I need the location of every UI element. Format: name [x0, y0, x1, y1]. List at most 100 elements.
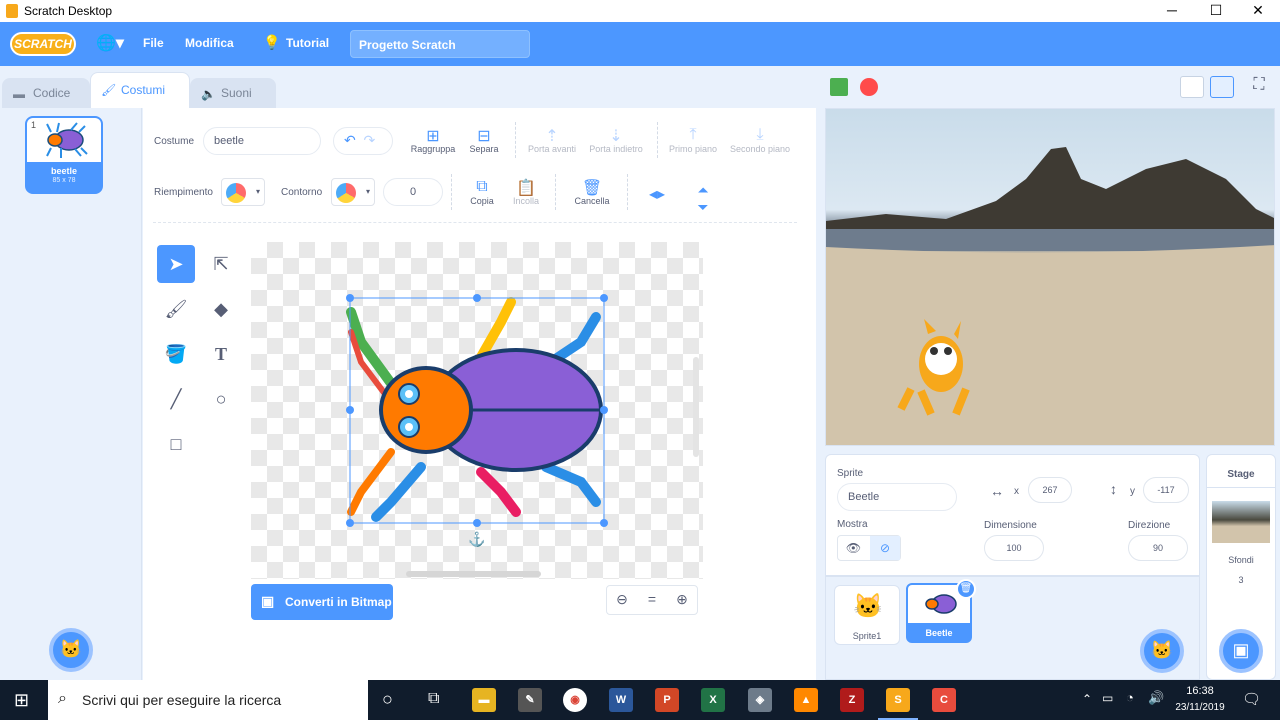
costume-list: 1 beetle 85 x 78 🐱 [0, 108, 142, 680]
backward-button[interactable]: ⇣ Porta indietro [585, 126, 647, 154]
outline-width-input[interactable]: 0 [383, 178, 443, 206]
backdrops-count: 3 [1238, 575, 1244, 585]
flip-vertical-button[interactable]: ⏶ ⏷ [689, 182, 717, 216]
divider [657, 122, 658, 158]
maximize-button[interactable]: ☐ [1194, 0, 1238, 22]
front-button[interactable]: ⤒ Primo piano [665, 126, 721, 154]
add-costume-button[interactable]: 🐱 [49, 628, 93, 672]
task-view-icon[interactable]: ⧉ [428, 690, 439, 708]
chrome-icon[interactable]: ◉ [563, 688, 587, 712]
zoom-in-icon[interactable]: ⊕ [667, 591, 697, 608]
x-position-input[interactable]: 267 [1028, 477, 1072, 503]
eye-icon[interactable]: 👁 [838, 536, 869, 560]
flip-horizontal-button[interactable]: ◂▸ [643, 184, 671, 204]
direction-input[interactable]: 90 [1128, 535, 1188, 561]
paste-button[interactable]: 📋 Incolla [505, 178, 547, 206]
paint-canvas[interactable]: ⚓ [251, 242, 703, 579]
redo-icon[interactable]: ↷ [364, 132, 376, 148]
menu-tutorial[interactable]: Tutorial [286, 36, 329, 50]
select-tool-icon[interactable]: ➤ [157, 245, 195, 283]
wifi-icon[interactable]: ◔ [1126, 690, 1134, 705]
group-button[interactable]: ⊞ Raggruppa [408, 126, 458, 154]
file-explorer-icon[interactable]: ▬ [472, 688, 496, 712]
zoom-controls: ⊖ = ⊕ [606, 585, 698, 615]
stop-icon[interactable] [860, 78, 878, 96]
stage-title: Stage [1227, 469, 1255, 480]
volume-icon[interactable]: 🔊 [1148, 690, 1164, 706]
brush-tool-icon[interactable]: 🖌 [157, 290, 195, 328]
undo-icon[interactable]: ↶ [344, 132, 356, 148]
color-swatch-icon [336, 183, 356, 203]
windows-start-icon[interactable]: ⊞ [14, 690, 29, 711]
menu-edit[interactable]: Modifica [185, 36, 234, 50]
paint-icon[interactable]: ✎ [518, 688, 542, 712]
forward-button[interactable]: ⇡ Porta avanti [523, 126, 581, 154]
small-stage-icon[interactable] [1180, 76, 1204, 98]
minimize-button[interactable]: ─ [1150, 0, 1194, 22]
vlc-icon[interactable]: ▲ [794, 688, 818, 712]
y-position-input[interactable]: -117 [1143, 477, 1189, 503]
zoom-reset-button[interactable]: = [637, 591, 667, 607]
stage-scene [826, 147, 1274, 445]
chevron-down-icon: ▾ [255, 187, 260, 196]
window-title: Scratch Desktop [24, 4, 113, 18]
close-button[interactable]: ✕ [1236, 0, 1280, 22]
brush-icon: 🖌 [101, 83, 117, 97]
tab-code[interactable]: ▬ Codice [2, 78, 90, 108]
fullscreen-icon[interactable]: ⛶ [1248, 76, 1270, 98]
back-button[interactable]: ⤓ Secondo piano [725, 126, 795, 154]
copy-button[interactable]: ⧉ Copia [461, 178, 503, 206]
scratch-logo[interactable]: SCRATCH [10, 32, 76, 56]
clock-date[interactable]: 23/11/2019 [1170, 702, 1230, 713]
costume-tile[interactable]: 1 beetle 85 x 78 [25, 116, 103, 194]
clock-time[interactable]: 16:38 [1178, 685, 1222, 697]
powerpoint-icon[interactable]: P [655, 688, 679, 712]
outline-color-picker[interactable]: ▾ [331, 178, 375, 206]
backdrops-label: Sfondi [1228, 555, 1254, 565]
reshape-tool-icon[interactable]: ⇱ [202, 245, 240, 283]
eraser-tool-icon[interactable]: ◆ [202, 290, 240, 328]
eye-hidden-icon[interactable]: ⊘ [870, 536, 900, 560]
circle-tool-icon[interactable]: ○ [202, 380, 240, 418]
fill-color-picker[interactable]: ▾ [221, 178, 265, 206]
security-icon[interactable]: ◈ [748, 688, 772, 712]
zoom-out-icon[interactable]: ⊖ [607, 591, 637, 608]
scratch-taskbar-icon[interactable]: S [878, 688, 918, 720]
costume-name-input[interactable]: beetle [203, 127, 321, 155]
word-icon[interactable]: W [609, 688, 633, 712]
add-backdrop-button[interactable]: ▣ [1219, 629, 1263, 673]
delete-sprite-icon[interactable]: 🗑 [956, 579, 976, 599]
ungroup-button[interactable]: ⊟ Separa [461, 126, 507, 154]
notifications-icon[interactable]: 🗨 [1242, 690, 1261, 708]
editor-tabs: ▬ Codice 🖌 Costumi 🔈 Suoni [0, 66, 820, 108]
size-input[interactable]: 100 [984, 535, 1044, 561]
app-c-icon[interactable]: C [932, 688, 956, 712]
network-icon[interactable]: ▭ [1102, 691, 1113, 705]
stage-canvas[interactable] [825, 108, 1275, 446]
delete-button[interactable]: 🗑 Cancella [567, 178, 617, 206]
lightbulb-icon: 💡 [263, 34, 281, 50]
project-title-input[interactable]: Progetto Scratch [350, 30, 530, 58]
convert-bitmap-button[interactable]: ▣ Converti in Bitmap [251, 584, 393, 620]
text-tool-icon[interactable]: T [202, 335, 240, 373]
taskbar-search[interactable]: ⌕ Scrivi qui per eseguire la ricerca [48, 680, 368, 720]
speaker-icon: 🔈 [201, 87, 216, 101]
rectangle-tool-icon[interactable]: □ [157, 425, 195, 463]
stage-selector[interactable]: Stage Sfondi 3 ▣ [1206, 454, 1276, 680]
large-stage-icon[interactable] [1210, 76, 1234, 98]
tab-costumes[interactable]: 🖌 Costumi [90, 72, 190, 108]
filezilla-icon[interactable]: Z [840, 688, 864, 712]
window-titlebar: Scratch Desktop ─ ☐ ✕ [0, 0, 1280, 22]
globe-icon[interactable]: 🌐▾ [96, 33, 124, 53]
fill-tool-icon[interactable]: 🪣 [157, 335, 195, 373]
menu-file[interactable]: File [143, 36, 164, 50]
tab-sounds[interactable]: 🔈 Suoni [190, 78, 276, 108]
sprite-tile-sprite1[interactable]: 🐱 Sprite1 [834, 585, 900, 645]
line-tool-icon[interactable]: ╱ [157, 380, 195, 418]
green-flag-icon[interactable] [830, 78, 848, 96]
add-sprite-button[interactable]: 🐱 [1140, 629, 1184, 673]
sprite-name-input[interactable]: Beetle [837, 483, 957, 511]
excel-icon[interactable]: X [701, 688, 725, 712]
chevron-up-icon[interactable]: ⌃ [1082, 692, 1092, 706]
cortana-icon[interactable]: ○ [382, 689, 393, 710]
